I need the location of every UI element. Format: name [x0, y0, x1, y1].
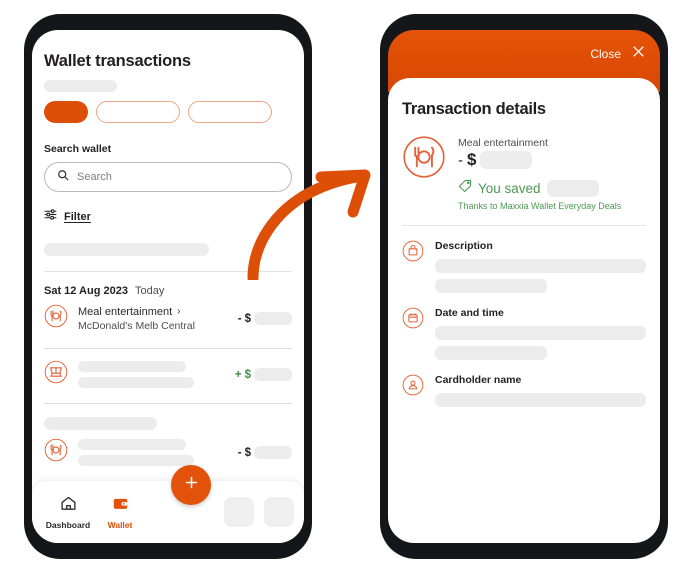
- transaction-category: Meal entertainment: [458, 137, 548, 149]
- detail-label: Date and time: [435, 307, 504, 319]
- amount-sign: -: [237, 446, 242, 459]
- amount-skeleton: [254, 368, 292, 381]
- transaction-amount: + $: [235, 368, 292, 381]
- filter-pill-three[interactable]: [188, 101, 272, 123]
- bag-icon: [402, 240, 424, 293]
- meal-entertainment-icon: [44, 304, 68, 333]
- date-group-header: Sat 12 Aug 2023 Today: [44, 285, 292, 297]
- transaction-hero: Meal entertainment - $ You saved Thanks …: [402, 135, 646, 211]
- savings-badge: You saved: [458, 179, 646, 198]
- filter-label: Filter: [64, 211, 91, 223]
- detail-value-skeleton: [435, 259, 646, 273]
- transaction-amount: - $: [458, 150, 646, 170]
- chevron-right-icon: ›: [177, 306, 181, 317]
- transaction-title-skeleton: [78, 439, 186, 450]
- tag-icon: [458, 179, 472, 198]
- details-sheet: Transaction details Meal entertainment -…: [388, 78, 660, 543]
- detail-label: Description: [435, 240, 493, 252]
- date-group-skeleton: [44, 417, 157, 430]
- home-icon: [60, 495, 77, 517]
- transaction-row[interactable]: + $: [44, 360, 292, 389]
- wallet-icon: [112, 495, 129, 517]
- savings-note: Thanks to Maxxia Wallet Everyday Deals: [458, 201, 622, 211]
- nav-item-skeleton[interactable]: [224, 497, 254, 527]
- divider: [44, 271, 292, 272]
- amount-sign: +: [234, 368, 242, 381]
- transaction-merchant-skeleton: [78, 377, 194, 388]
- detail-value-skeleton-secondary: [435, 346, 547, 360]
- transaction-title-skeleton: [78, 361, 186, 372]
- detail-value-skeleton-secondary: [435, 279, 547, 293]
- amount-skeleton: [254, 446, 292, 459]
- savings-label: You saved: [478, 181, 541, 196]
- transaction-amount: - $: [238, 312, 292, 325]
- close-x-icon[interactable]: [631, 44, 646, 64]
- shopping-cart-icon: [44, 360, 68, 389]
- amount-currency: $: [244, 312, 251, 325]
- transaction-merchant: McDonald's Melb Central: [78, 319, 195, 332]
- amount-skeleton: [480, 151, 533, 169]
- plus-icon: [183, 474, 200, 496]
- detail-value-skeleton: [435, 326, 646, 340]
- date-value: Sat 12 Aug 2023: [44, 285, 128, 297]
- nav-item-skeleton[interactable]: [264, 497, 294, 527]
- transaction-title: Meal entertainment ›: [78, 306, 228, 318]
- amount-sign: -: [458, 151, 463, 169]
- detail-row-description: Description: [402, 240, 646, 293]
- add-transaction-button[interactable]: [171, 465, 211, 505]
- filter-pill-two[interactable]: [96, 101, 180, 123]
- transaction-amount: - $: [238, 446, 292, 459]
- transaction-details-screen: Close Transaction details Meal entertain…: [388, 30, 660, 543]
- person-icon: [402, 374, 424, 407]
- sidebar-item-dashboard[interactable]: Dashboard: [42, 495, 94, 530]
- detail-value-skeleton: [435, 393, 646, 407]
- page-title: Wallet transactions: [44, 52, 191, 70]
- transaction-title-text: Meal entertainment: [78, 305, 173, 318]
- meal-entertainment-icon: [44, 438, 68, 467]
- bottom-navigation: Dashboard Wallet: [32, 465, 304, 543]
- nav-label-wallet: Wallet: [107, 519, 133, 530]
- close-button[interactable]: Close: [590, 47, 621, 61]
- divider: [44, 348, 292, 349]
- nav-label-dashboard: Dashboard: [45, 519, 91, 530]
- divider: [402, 225, 646, 226]
- wallet-transactions-screen: Wallet transactions Search wallet Search: [32, 30, 304, 543]
- search-icon: [57, 168, 69, 186]
- results-count-skeleton: [44, 243, 209, 256]
- filter-pill-all[interactable]: [44, 101, 88, 123]
- amount-currency: $: [244, 368, 251, 381]
- transaction-row[interactable]: - $: [44, 438, 292, 467]
- search-placeholder: Search: [77, 171, 112, 183]
- phone-frame-right: Close Transaction details Meal entertain…: [380, 14, 668, 559]
- subtitle-skeleton: [44, 80, 117, 92]
- amount-skeleton: [254, 312, 292, 325]
- divider: [44, 403, 292, 404]
- detail-label: Cardholder name: [435, 374, 522, 386]
- search-input[interactable]: Search: [44, 162, 292, 192]
- savings-amount-skeleton: [546, 180, 599, 197]
- filter-button[interactable]: Filter: [44, 208, 292, 226]
- sliders-icon: [44, 208, 57, 226]
- calendar-icon: [402, 307, 424, 360]
- amount-sign: -: [237, 312, 242, 325]
- phone-frame-left: Wallet transactions Search wallet Search: [24, 14, 312, 559]
- detail-row-date-and-time: Date and time: [402, 307, 646, 360]
- transaction-row[interactable]: Meal entertainment › McDonald's Melb Cen…: [44, 304, 292, 333]
- page-title: Transaction details: [402, 100, 546, 118]
- search-wallet-label: Search wallet: [44, 143, 112, 155]
- filter-pill-row: [44, 101, 292, 123]
- detail-row-cardholder-name: Cardholder name: [402, 374, 646, 407]
- transaction-merchant-skeleton: [78, 455, 194, 466]
- sidebar-item-wallet[interactable]: Wallet: [94, 495, 146, 530]
- amount-currency: $: [467, 150, 477, 169]
- meal-entertainment-icon: [402, 135, 446, 211]
- amount-currency: $: [244, 446, 251, 459]
- screenshot-stage: Wallet transactions Search wallet Search: [0, 0, 680, 573]
- date-relative: Today: [134, 285, 165, 297]
